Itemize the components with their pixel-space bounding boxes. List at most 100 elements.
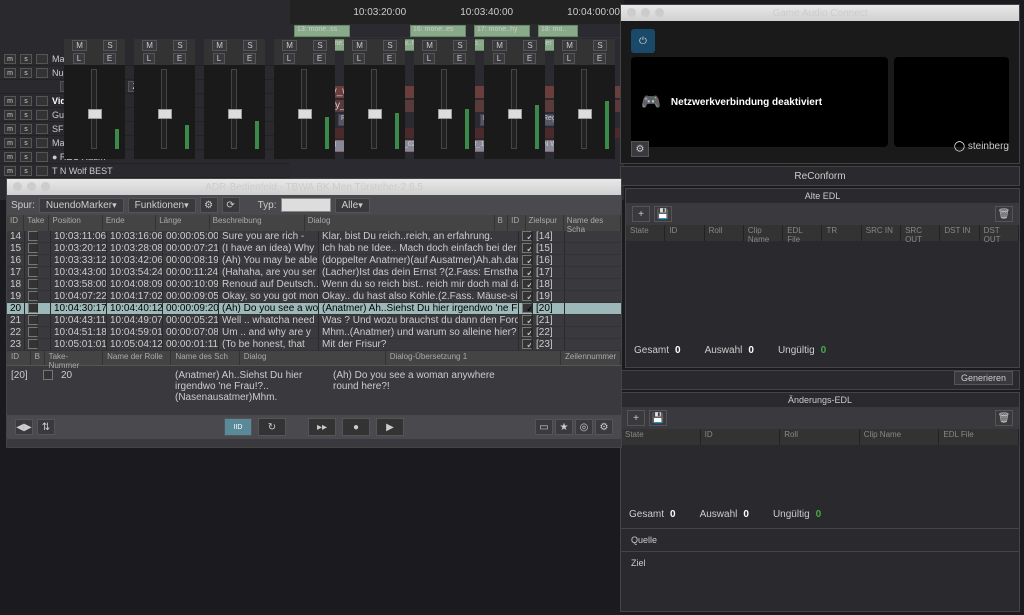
le-button[interactable]: L <box>73 53 85 64</box>
expand-icon[interactable]: ⇅ <box>37 419 55 435</box>
col-header[interactable]: Name der Rolle <box>103 351 171 365</box>
mute-button[interactable]: m <box>4 96 16 106</box>
add-icon[interactable]: + <box>627 410 645 426</box>
ms-button[interactable]: M <box>212 40 227 51</box>
marker-clip[interactable]: 17: mone..hy <box>474 25 530 37</box>
mute-button[interactable]: m <box>4 166 16 176</box>
col-header[interactable]: Roll <box>780 429 860 445</box>
checkbox[interactable]: ✓ <box>522 279 532 289</box>
le-button[interactable]: L <box>493 53 505 64</box>
col-header[interactable]: SRC OUT <box>901 225 940 241</box>
le-button[interactable]: E <box>593 53 606 64</box>
le-button[interactable]: L <box>423 53 435 64</box>
adr-row[interactable]: 1410:03:11:0610:03:16:0600:00:05:00Sure … <box>7 231 621 243</box>
mute-button[interactable]: m <box>4 124 16 134</box>
adr-row[interactable]: 2010:04:30:1710:04:40:1200:00:09:20(Ah) … <box>7 303 621 315</box>
le-button[interactable]: L <box>213 53 225 64</box>
fader-knob[interactable] <box>298 109 312 119</box>
spur-dropdown[interactable]: NuendoMarker▾ <box>39 198 124 213</box>
col-header[interactable]: Dialog-Übersetzung 1 <box>386 351 561 365</box>
col-header[interactable]: EDL File <box>783 225 822 241</box>
checkbox[interactable]: ✓ <box>522 315 532 325</box>
solo-button[interactable]: s <box>20 166 32 176</box>
checkbox[interactable]: ✓ <box>522 255 532 265</box>
window-icon[interactable]: ▭ <box>535 419 553 435</box>
play-button[interactable]: ▶ <box>376 418 404 436</box>
fader-knob[interactable] <box>578 109 592 119</box>
col-header[interactable]: ID <box>7 215 24 231</box>
col-header[interactable]: B <box>31 351 45 365</box>
le-button[interactable]: E <box>453 53 466 64</box>
adr-row[interactable]: 2110:04:43:1110:04:49:0700:00:05:21Well … <box>7 315 621 327</box>
ms-button[interactable]: S <box>313 40 326 51</box>
marker-clip[interactable]: 13: mone..ss <box>294 25 350 37</box>
gear-icon[interactable]: ⚙ <box>595 419 613 435</box>
btn[interactable] <box>36 54 48 64</box>
solo-button[interactable]: s <box>20 138 32 148</box>
checkbox[interactable] <box>43 370 53 380</box>
marker-clip[interactable]: 16: mone..es <box>410 25 466 37</box>
checkbox[interactable] <box>28 279 38 289</box>
btn[interactable] <box>36 152 48 162</box>
ms-button[interactable]: M <box>142 40 157 51</box>
col-header[interactable]: State <box>621 429 701 445</box>
checkbox[interactable]: ✓ <box>522 267 532 277</box>
col-header[interactable]: State <box>626 225 665 241</box>
mode-button[interactable]: IID <box>224 418 252 436</box>
checkbox[interactable]: ✓ <box>522 291 532 301</box>
ms-button[interactable]: M <box>492 40 507 51</box>
track-row[interactable]: msT N Wolf BEST <box>0 164 290 178</box>
collapse-icon[interactable]: ◀▶ <box>15 419 33 435</box>
col-header[interactable]: Name des Sch <box>171 351 239 365</box>
gear-icon[interactable]: ⚙ <box>631 141 649 157</box>
col-header[interactable]: Clip Name <box>860 429 940 445</box>
adr-row[interactable]: 1610:03:33:1210:03:42:0600:00:08:19(Ah) … <box>7 255 621 267</box>
checkbox[interactable]: ✓ <box>522 243 532 253</box>
btn[interactable] <box>36 96 48 106</box>
btn[interactable] <box>36 110 48 120</box>
le-button[interactable]: L <box>353 53 365 64</box>
mute-button[interactable]: m <box>4 152 16 162</box>
mute-button[interactable]: m <box>4 68 16 78</box>
ms-button[interactable]: S <box>593 40 606 51</box>
adr-row[interactable]: 1510:03:20:1210:03:28:0800:00:07:21(I ha… <box>7 243 621 255</box>
col-header[interactable]: EDL File <box>939 429 1019 445</box>
solo-button[interactable]: s <box>20 96 32 106</box>
gac-titlebar[interactable]: Game Audio Connect <box>621 5 1019 21</box>
mute-button[interactable]: m <box>4 110 16 120</box>
power-icon[interactable]: ⏻ <box>631 29 655 53</box>
ms-button[interactable]: M <box>72 40 87 51</box>
star-icon[interactable]: ★ <box>555 419 573 435</box>
timeline-ruler[interactable]: 10:03:20:00 10:03:40:00 10:04:00:00 <box>290 0 624 24</box>
mute-button[interactable]: m <box>4 54 16 64</box>
trash-icon[interactable]: 🗑 <box>995 206 1013 222</box>
adr-row[interactable]: 1910:04:07:2210:04:17:0200:00:09:05Okay,… <box>7 291 621 303</box>
ms-button[interactable]: S <box>453 40 466 51</box>
trash-icon[interactable]: 🗑 <box>995 410 1013 426</box>
fader-knob[interactable] <box>158 109 172 119</box>
col-header[interactable]: Zeilennummer <box>561 351 621 365</box>
le-button[interactable]: E <box>523 53 536 64</box>
col-header[interactable]: Dialog <box>305 215 495 231</box>
col-header[interactable]: Take-Nummer <box>45 351 104 365</box>
col-header[interactable]: ID <box>701 429 781 445</box>
ms-button[interactable]: S <box>173 40 186 51</box>
fader-knob[interactable] <box>228 109 242 119</box>
refresh-icon[interactable]: ⟳ <box>222 197 240 213</box>
ms-button[interactable]: S <box>523 40 536 51</box>
le-button[interactable]: L <box>563 53 575 64</box>
le-button[interactable]: E <box>173 53 186 64</box>
adr-row[interactable]: 1710:03:43:0010:03:54:2400:00:11:24(Haha… <box>7 267 621 279</box>
le-button[interactable]: L <box>143 53 155 64</box>
btn[interactable] <box>36 68 48 78</box>
ms-button[interactable]: M <box>352 40 367 51</box>
solo-button[interactable]: s <box>20 124 32 134</box>
col-header[interactable]: ID <box>665 225 704 241</box>
solo-button[interactable]: s <box>20 54 32 64</box>
ms-button[interactable]: S <box>103 40 116 51</box>
col-header[interactable]: Position <box>49 215 102 231</box>
adr-row[interactable]: 2310:05:01:0110:05:04:1200:00:01:11(To b… <box>7 339 621 351</box>
col-header[interactable]: SRC IN <box>862 225 901 241</box>
col-header[interactable]: ID <box>7 351 31 365</box>
alle-dropdown[interactable]: Alle▾ <box>335 198 370 213</box>
